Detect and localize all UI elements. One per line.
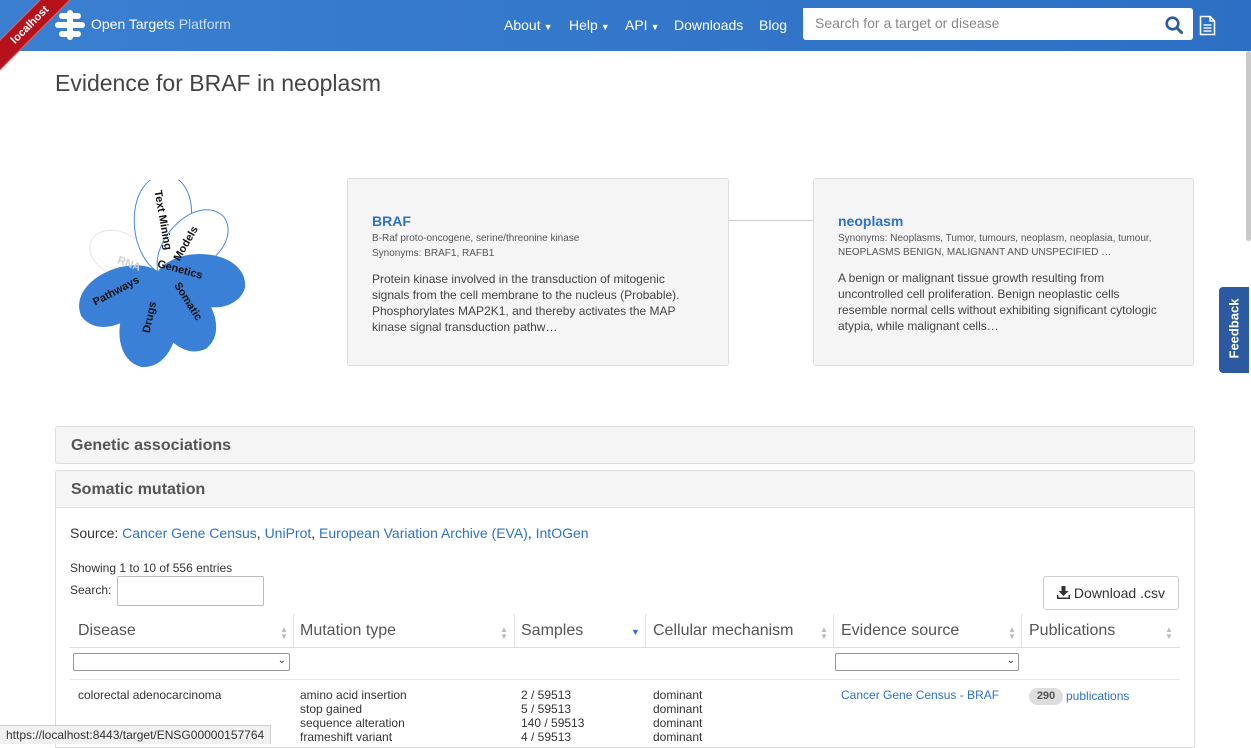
column-divider	[645, 614, 646, 647]
chevron-down-icon: ⌄	[1006, 655, 1015, 666]
source-line: Source: Cancer Gene Census, UniProt, Eur…	[70, 525, 589, 541]
download-csv-button[interactable]: Download .csv	[1043, 576, 1179, 610]
sort-desc-icon[interactable]: ▼	[631, 628, 640, 637]
open-targets-logo[interactable]	[55, 10, 85, 40]
target-synonyms: Synonyms: BRAF1, RAFB1	[372, 248, 495, 259]
publication-count-badge: 290	[1029, 688, 1063, 705]
col-evidence-source[interactable]: Evidence source	[841, 622, 959, 640]
brand-title: Open Targets	[91, 16, 175, 32]
disease-description: A benign or malignant tissue growth resu…	[838, 271, 1157, 333]
feedback-tab[interactable]: Feedback	[1219, 287, 1249, 373]
sort-icon[interactable]: ▲ ▼	[1008, 626, 1016, 641]
cell-evidence-source-link[interactable]: Cancer Gene Census - BRAF	[841, 688, 999, 702]
sort-icon[interactable]: ▲ ▼	[500, 626, 508, 641]
source-link-eva[interactable]: European Variation Archive (EVA)	[319, 525, 528, 541]
table-search-label: Search:	[70, 583, 112, 597]
evidence-flower[interactable]: GeneticsSomaticDrugsPathwaysRNAText Mini…	[60, 180, 260, 380]
somatic-mutation-body	[55, 508, 1195, 748]
table-search-input[interactable]	[117, 576, 264, 606]
brand-name[interactable]: Open Targets Platform	[91, 16, 231, 32]
evidence-source-filter-select[interactable]: ⌄	[835, 653, 1019, 671]
target-card: BRAF B-Raf proto-oncogene, serine/threon…	[347, 178, 729, 366]
document-icon[interactable]	[1199, 15, 1216, 36]
search-box	[803, 8, 1193, 40]
search-input[interactable]	[803, 8, 1155, 38]
publications-link[interactable]: publications	[1066, 689, 1129, 703]
target-disease-connector	[729, 220, 813, 221]
chevron-down-icon: ▼	[650, 22, 660, 32]
source-link-intogen[interactable]: IntOGen	[536, 525, 589, 541]
disease-synonyms: Synonyms: Neoplasms, Tumor, tumours, neo…	[838, 233, 1152, 258]
source-link-cgc[interactable]: Cancer Gene Census	[122, 525, 257, 541]
nav-downloads[interactable]: Downloads	[674, 17, 743, 33]
target-full-name: B-Raf proto-oncogene, serine/threonine k…	[372, 233, 580, 244]
genetic-associations-header[interactable]: Genetic associations	[55, 426, 1195, 464]
source-link-uniprot[interactable]: UniProt	[265, 525, 312, 541]
nav-help[interactable]: Help ▼	[569, 17, 610, 33]
disease-filter-select[interactable]: ⌄	[73, 653, 290, 671]
column-divider	[293, 614, 294, 647]
download-icon	[1057, 586, 1071, 599]
col-mutation-type[interactable]: Mutation type	[300, 622, 396, 640]
page-title: Evidence for BRAF in neoplasm	[55, 70, 381, 96]
header-divider	[70, 647, 1180, 648]
somatic-mutation-header[interactable]: Somatic mutation	[55, 470, 1195, 508]
col-samples[interactable]: Samples	[521, 622, 583, 640]
sort-icon[interactable]: ▲ ▼	[1165, 626, 1173, 641]
nav-about[interactable]: About ▼	[504, 17, 553, 33]
col-cellular-mechanism[interactable]: Cellular mechanism	[653, 622, 794, 640]
sort-icon[interactable]: ▲ ▼	[820, 626, 828, 641]
status-bar-url: https://localhost:8443/target/ENSG000001…	[0, 725, 272, 744]
cell-mutation-types: amino acid insertion stop gained sequence …	[300, 688, 407, 744]
column-divider	[514, 614, 515, 647]
scrollbar[interactable]	[1246, 51, 1251, 241]
row-divider	[70, 679, 1180, 680]
sort-icon[interactable]: ▲ ▼	[280, 626, 288, 641]
nav-api[interactable]: API ▼	[625, 17, 660, 33]
disease-card: neoplasm Synonyms: Neoplasms, Tumor, tum…	[813, 178, 1194, 366]
chevron-down-icon: ⌄	[277, 655, 286, 666]
column-divider	[833, 614, 834, 647]
cell-samples: 2 / 59513 5 / 59513 140 / 59513 4 / 59513	[521, 688, 585, 744]
cell-disease[interactable]: colorectal adenocarcinoma	[78, 688, 221, 702]
col-disease[interactable]: Disease	[78, 622, 136, 640]
cell-mechanisms: dominant dominant dominant dominant	[653, 688, 703, 744]
target-name-link[interactable]: BRAF	[372, 213, 704, 229]
disease-name-link[interactable]: neoplasm	[838, 213, 1169, 229]
brand-product: Platform	[178, 16, 231, 32]
search-icon[interactable]	[1165, 16, 1183, 34]
nav-blog[interactable]: Blog	[759, 17, 787, 33]
col-publications[interactable]: Publications	[1029, 622, 1115, 640]
chevron-down-icon: ▼	[543, 22, 553, 32]
column-divider	[1021, 614, 1022, 647]
entries-info: Showing 1 to 10 of 556 entries	[70, 561, 233, 575]
chevron-down-icon: ▼	[600, 22, 610, 32]
target-description: Protein kinase involved in the transduct…	[372, 272, 680, 334]
